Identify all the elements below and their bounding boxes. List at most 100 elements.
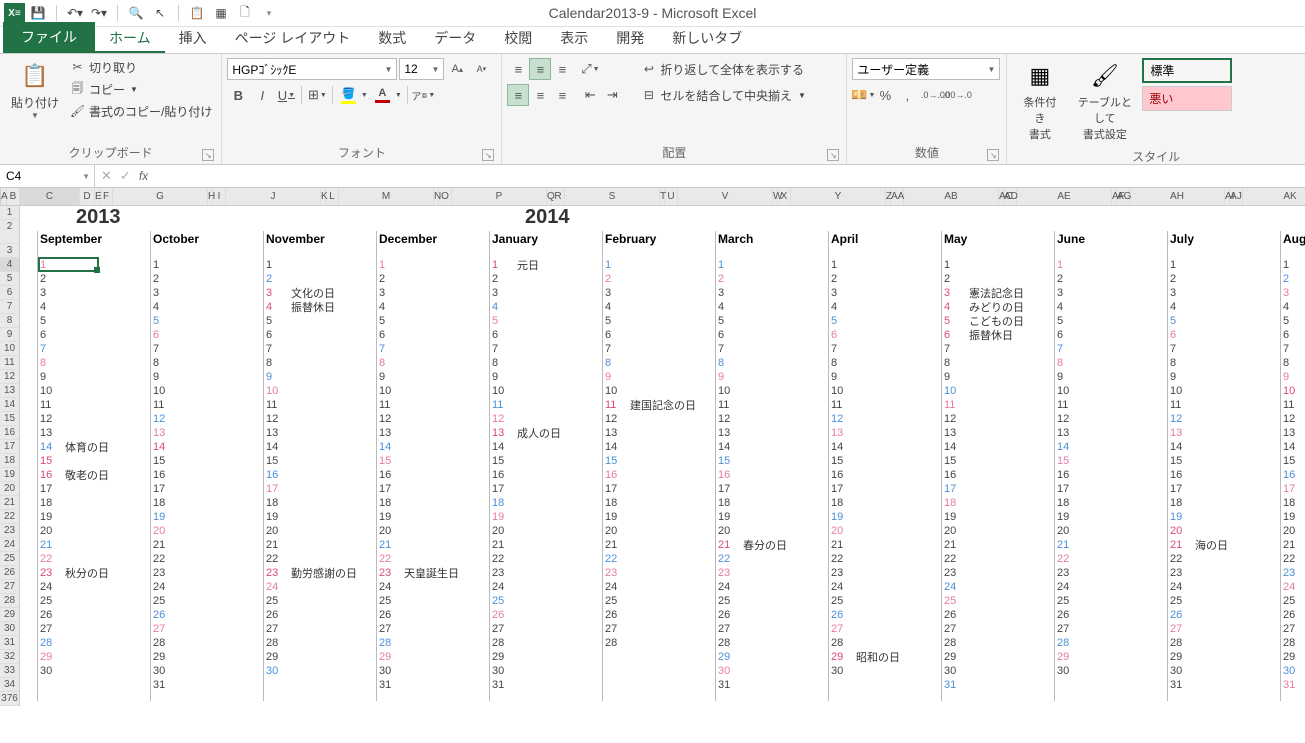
day-cell[interactable]: 20 — [379, 524, 391, 538]
day-cell[interactable]: 7 — [718, 342, 724, 356]
day-cell[interactable]: 14 — [379, 440, 391, 454]
active-cell[interactable] — [38, 257, 99, 272]
day-cell[interactable]: 10 — [831, 384, 843, 398]
day-cell[interactable]: 5 — [492, 314, 498, 328]
qat-customize[interactable]: ▾ — [260, 4, 278, 22]
day-cell[interactable]: 19 — [944, 510, 956, 524]
day-cell[interactable]: 5 — [379, 314, 385, 328]
align-bottom-button[interactable]: ≡ — [551, 58, 573, 80]
day-cell[interactable]: 13 — [1057, 426, 1069, 440]
day-cell[interactable]: 19 — [718, 510, 730, 524]
align-left-button[interactable]: ≡ — [507, 84, 529, 106]
paste-icon[interactable]: 📋 — [188, 4, 206, 22]
day-cell[interactable]: 26 — [605, 608, 617, 622]
day-cell[interactable]: 10 — [944, 384, 956, 398]
day-cell[interactable]: 1 — [379, 258, 385, 272]
day-cell[interactable]: 10 — [40, 384, 52, 398]
day-cell[interactable]: 2 — [831, 272, 837, 286]
day-cell[interactable]: 20 — [1283, 524, 1295, 538]
day-cell[interactable]: 4 — [944, 300, 950, 314]
day-cell[interactable]: 24 — [944, 580, 956, 594]
day-cell[interactable]: 4 — [492, 300, 498, 314]
day-cell[interactable]: 21 — [1057, 538, 1069, 552]
day-cell[interactable]: 18 — [153, 496, 165, 510]
day-cell[interactable]: 29 — [1057, 650, 1069, 664]
day-cell[interactable]: 21 — [379, 538, 391, 552]
day-cell[interactable]: 19 — [831, 510, 843, 524]
day-cell[interactable]: 8 — [379, 356, 385, 370]
day-cell[interactable]: 16 — [492, 468, 504, 482]
cut-button[interactable]: ✂切り取り — [65, 56, 216, 78]
font-name-combo[interactable]: HGPｺﾞｼｯｸE▼ — [227, 58, 397, 80]
day-cell[interactable]: 30 — [153, 664, 165, 678]
day-cell[interactable]: 28 — [153, 636, 165, 650]
day-cell[interactable]: 27 — [153, 622, 165, 636]
day-cell[interactable]: 30 — [379, 664, 391, 678]
day-cell[interactable]: 17 — [718, 482, 730, 496]
day-cell[interactable]: 15 — [1057, 454, 1069, 468]
day-cell[interactable]: 15 — [718, 454, 730, 468]
day-cell[interactable]: 18 — [1170, 496, 1182, 510]
border-button[interactable]: ⊞▼ — [306, 84, 328, 106]
align-top-button[interactable]: ≡ — [507, 58, 529, 80]
day-cell[interactable]: 9 — [944, 370, 950, 384]
day-cell[interactable]: 9 — [379, 370, 385, 384]
font-size-combo[interactable]: 12▼ — [399, 58, 444, 80]
day-cell[interactable]: 25 — [1057, 594, 1069, 608]
day-cell[interactable]: 9 — [1057, 370, 1063, 384]
day-cell[interactable]: 25 — [1170, 594, 1182, 608]
day-cell[interactable]: 26 — [379, 608, 391, 622]
day-cell[interactable]: 25 — [605, 594, 617, 608]
day-cell[interactable]: 25 — [831, 594, 843, 608]
day-cell[interactable]: 27 — [831, 622, 843, 636]
day-cell[interactable]: 1 — [492, 258, 498, 272]
day-cell[interactable]: 22 — [40, 552, 52, 566]
format-table-button[interactable]: 🖌 テーブルとして 書式設定 — [1067, 56, 1142, 146]
align-dialog-launcher[interactable]: ↘ — [827, 149, 839, 161]
day-cell[interactable]: 11 — [40, 398, 51, 412]
day-cell[interactable]: 19 — [266, 510, 278, 524]
day-cell[interactable]: 7 — [1170, 342, 1176, 356]
day-cell[interactable]: 19 — [1283, 510, 1295, 524]
day-cell[interactable]: 24 — [266, 580, 278, 594]
day-cell[interactable]: 10 — [1170, 384, 1182, 398]
day-cell[interactable]: 21 — [40, 538, 52, 552]
day-cell[interactable]: 22 — [1057, 552, 1069, 566]
day-cell[interactable]: 13 — [831, 426, 843, 440]
day-cell[interactable]: 7 — [1057, 342, 1063, 356]
day-cell[interactable]: 8 — [1170, 356, 1176, 370]
day-cell[interactable]: 1 — [1057, 258, 1063, 272]
day-cell[interactable]: 24 — [379, 580, 391, 594]
day-cell[interactable]: 12 — [831, 412, 843, 426]
day-cell[interactable]: 7 — [944, 342, 950, 356]
day-cell[interactable]: 2 — [492, 272, 498, 286]
day-cell[interactable]: 14 — [153, 440, 165, 454]
day-cell[interactable]: 15 — [40, 454, 52, 468]
day-cell[interactable]: 15 — [944, 454, 956, 468]
day-cell[interactable]: 30 — [266, 664, 278, 678]
name-box[interactable]: C4▼ — [0, 165, 95, 187]
day-cell[interactable]: 7 — [266, 342, 272, 356]
day-cell[interactable]: 14 — [266, 440, 278, 454]
day-cell[interactable]: 17 — [266, 482, 278, 496]
tab-ページ レイアウト[interactable]: ページ レイアウト — [221, 25, 365, 53]
day-cell[interactable]: 12 — [492, 412, 504, 426]
day-cell[interactable]: 22 — [831, 552, 843, 566]
day-cell[interactable]: 18 — [718, 496, 730, 510]
day-cell[interactable]: 10 — [1057, 384, 1069, 398]
day-cell[interactable]: 30 — [1057, 664, 1069, 678]
day-cell[interactable]: 9 — [153, 370, 159, 384]
paste-button[interactable]: 📋 貼り付け ▼ — [5, 56, 65, 124]
day-cell[interactable]: 26 — [153, 608, 165, 622]
day-cell[interactable]: 4 — [153, 300, 159, 314]
day-cell[interactable]: 8 — [1283, 356, 1289, 370]
day-cell[interactable]: 3 — [492, 286, 498, 300]
tab-挿入[interactable]: 挿入 — [165, 25, 221, 53]
day-cell[interactable]: 2 — [40, 272, 46, 286]
fill-color-button[interactable]: 🪣▼ — [337, 84, 369, 106]
day-cell[interactable]: 19 — [605, 510, 617, 524]
tab-校閲[interactable]: 校閲 — [490, 25, 546, 53]
day-cell[interactable]: 2 — [153, 272, 159, 286]
style-bad[interactable]: 悪い — [1142, 86, 1232, 111]
clipboard-dialog-launcher[interactable]: ↘ — [202, 149, 214, 161]
